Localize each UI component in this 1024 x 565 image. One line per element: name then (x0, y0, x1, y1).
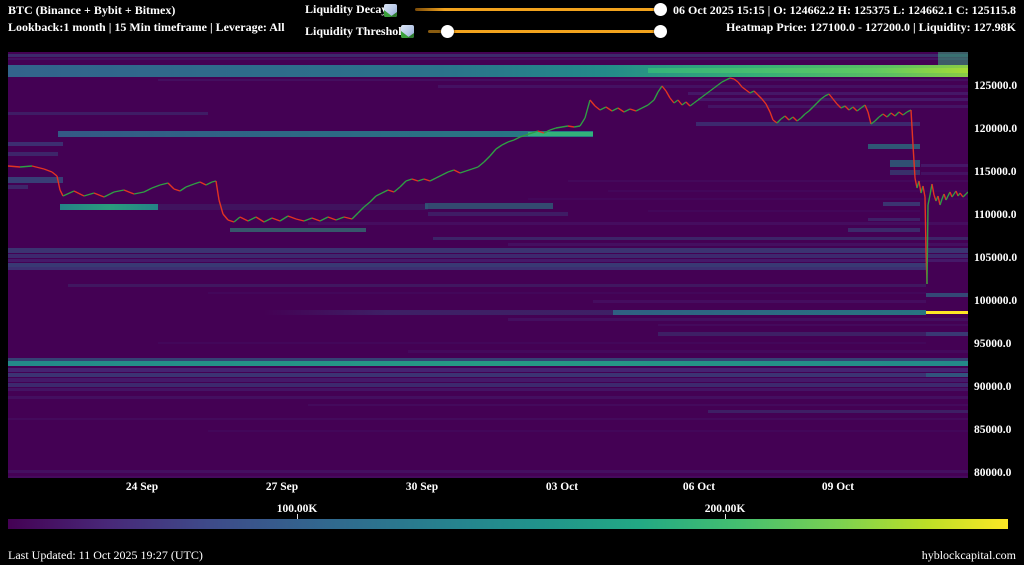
liquidity-decay-label: Liquidity Decay (305, 2, 387, 17)
price-axis-label: 110000.0 (974, 209, 1017, 221)
heatmap-price-readout: Heatmap Price: 127100.0 - 127200.0 | Liq… (726, 19, 1016, 36)
slider-thumb[interactable] (654, 3, 667, 16)
liquidation-heatmap-app: BTC (Binance + Bybit + Bitmex) Lookback:… (0, 0, 1024, 565)
time-axis-label: 30 Sep (406, 481, 438, 493)
ohlc-readout: 06 Oct 2025 15:15 | O: 124662.2 H: 12537… (673, 2, 1016, 19)
lookback-settings: Lookback:1 month | 15 Min timeframe | Le… (8, 19, 285, 36)
price-axis-label: 115000.0 (974, 166, 1017, 178)
time-axis-label: 03 Oct (546, 481, 578, 493)
price-axis-label: 85000.0 (974, 424, 1011, 436)
liquidity-decay-slider[interactable] (415, 8, 660, 11)
liquidity-threshold-slider[interactable] (448, 30, 660, 33)
last-updated-text: Last Updated: 11 Oct 2025 19:27 (UTC) (8, 548, 203, 563)
price-axis-label: 90000.0 (974, 381, 1011, 393)
mountain-glyph (390, 12, 397, 17)
liquidity-colorbar (8, 519, 1008, 529)
price-axis-label: 95000.0 (974, 338, 1011, 350)
slider-thumb[interactable] (654, 25, 667, 38)
site-branding: hyblockcapital.com (922, 548, 1016, 563)
decay-snapshot-icon[interactable] (384, 4, 397, 17)
time-axis-label: 24 Sep (126, 481, 158, 493)
time-axis-label: 27 Sep (266, 481, 298, 493)
threshold-snapshot-icon[interactable] (401, 25, 414, 38)
slider-thumb[interactable] (441, 25, 454, 38)
price-axis-label: 125000.0 (974, 80, 1017, 92)
price-line (8, 52, 968, 478)
price-axis-label: 120000.0 (974, 123, 1017, 135)
price-axis-label: 80000.0 (974, 467, 1011, 479)
symbol-title: BTC (Binance + Bybit + Bitmex) (8, 2, 175, 19)
price-axis-label: 100000.0 (974, 295, 1017, 307)
price-axis-label: 105000.0 (974, 252, 1017, 264)
mountain-glyph (407, 33, 414, 38)
time-axis-label: 06 Oct (683, 481, 715, 493)
time-axis-label: 09 Oct (822, 481, 854, 493)
liquidation-heatmap[interactable] (8, 52, 968, 478)
liquidity-threshold-label: Liquidity Threshold (305, 24, 408, 39)
